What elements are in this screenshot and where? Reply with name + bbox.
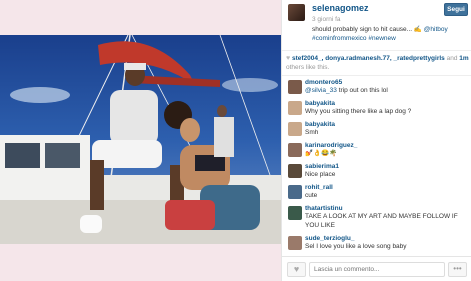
comment-text: @silvia_33 trip out on this lol	[305, 87, 465, 96]
comment-item: babyakita Why you sitting there like a la…	[282, 99, 471, 120]
ellipsis-icon: •••	[453, 264, 462, 273]
comment-username[interactable]: karinarodriguez_	[305, 141, 471, 150]
post-caption: should probably sign to hit cause... ✍️ …	[312, 25, 467, 43]
divider	[282, 75, 471, 76]
avatar[interactable]	[288, 101, 302, 115]
comment-username[interactable]: sude_terzioglu_	[305, 234, 471, 243]
likes-count[interactable]: 1m	[459, 55, 468, 62]
comment-text: Why you sitting there like a lap dog ?	[305, 108, 465, 117]
likers-list[interactable]: stef2004_, donya.radmanesh.77, _ratedpre…	[292, 55, 445, 62]
avatar[interactable]	[288, 80, 302, 94]
post-header: selenagomez Segui 3 giorni fa should pro…	[282, 0, 471, 52]
comment-username[interactable]: dmontero65	[305, 78, 471, 87]
comment-item: babyakita Smh	[282, 120, 471, 141]
post-author-username[interactable]: selenagomez	[312, 3, 369, 13]
heart-icon: ♥	[293, 264, 300, 274]
comment-text: Smh	[305, 129, 465, 138]
avatar[interactable]	[288, 4, 305, 21]
comment-body: TAKE A LOOK AT MY ART AND MAYBE FOLLOW I…	[305, 213, 458, 229]
comment-body: Smh	[305, 129, 319, 136]
comment-body: Why you sitting there like a lap dog ?	[305, 108, 412, 115]
comment-body: Sel I love you like a love song baby	[305, 243, 407, 250]
avatar[interactable]	[288, 143, 302, 157]
comment-username[interactable]: thatartistinu	[305, 204, 471, 213]
more-options-button[interactable]: •••	[448, 262, 467, 277]
comment-item: dmontero65 @silvia_33 trip out on this lo…	[282, 78, 471, 99]
comment-text: Sel I love you like a love song baby	[305, 243, 465, 252]
avatar[interactable]	[288, 164, 302, 178]
avatar[interactable]	[288, 206, 302, 220]
post-sidebar: selenagomez Segui 3 giorni fa should pro…	[281, 0, 471, 281]
caption-mention[interactable]: @hitboy	[424, 26, 448, 33]
likes-suffix: others like this.	[286, 64, 330, 71]
comment-body: trip out on this lol	[336, 87, 388, 94]
like-button[interactable]: ♥	[287, 262, 306, 277]
post-photo[interactable]	[0, 35, 281, 244]
divider	[282, 50, 471, 51]
comment-username[interactable]: sabierima1	[305, 162, 471, 171]
comment-text: 💅👌😂🌴	[305, 150, 465, 159]
comment-footer: ♥ •••	[282, 256, 471, 281]
comment-text: cute	[305, 192, 465, 201]
comment-username[interactable]: babyakita	[305, 99, 471, 108]
heart-icon: ♥	[286, 55, 291, 62]
comment-input[interactable]	[309, 262, 445, 277]
likes-and-text: and	[444, 55, 460, 62]
likes-summary: ♥ stef2004_, donya.radmanesh.77, _ratedp…	[286, 54, 470, 72]
comment-username[interactable]: rohit_rall	[305, 183, 471, 192]
avatar[interactable]	[288, 185, 302, 199]
caption-text: should probably sign to hit cause... ✍️	[312, 26, 424, 33]
photo-backdrop	[0, 0, 281, 281]
avatar[interactable]	[288, 122, 302, 136]
post-timestamp[interactable]: 3 giorni fa	[312, 16, 341, 23]
comment-item: karinarodriguez_ 💅👌😂🌴	[282, 141, 471, 162]
comment-username[interactable]: babyakita	[305, 120, 471, 129]
photo-illustration	[0, 35, 281, 244]
comment-text: TAKE A LOOK AT MY ART AND MAYBE FOLLOW I…	[305, 213, 465, 230]
comment-body: Nice place	[305, 171, 336, 178]
comment-item: sude_terzioglu_ Sel I love you like a lov…	[282, 234, 471, 255]
comment-item: rohit_rall cute	[282, 183, 471, 204]
caption-hashtags[interactable]: #cominfrommexico #newnew	[312, 35, 396, 42]
comment-text: Nice place	[305, 171, 465, 180]
avatar[interactable]	[288, 236, 302, 250]
comment-item: sabierima1 Nice place	[282, 162, 471, 183]
comment-list[interactable]: dmontero65 @silvia_33 trip out on this lo…	[282, 78, 471, 256]
comment-item: thatartistinu TAKE A LOOK AT MY ART AND M…	[282, 204, 471, 234]
comment-body: 💅👌😂🌴	[305, 150, 338, 157]
comment-mention[interactable]: @silvia_33	[305, 87, 337, 94]
follow-button[interactable]: Segui	[444, 3, 468, 16]
comment-body: cute	[305, 192, 318, 199]
